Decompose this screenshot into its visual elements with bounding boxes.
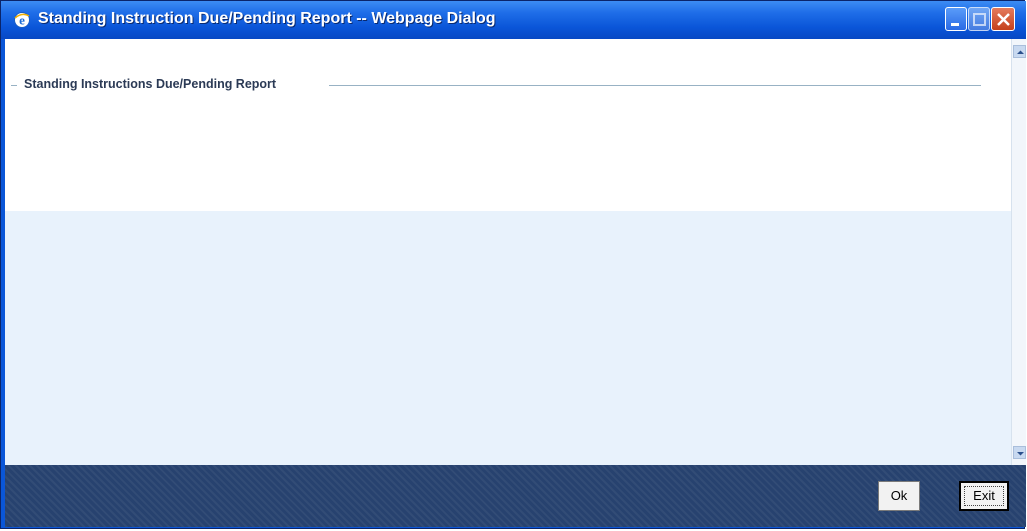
minimize-button[interactable]: [945, 7, 967, 31]
report-content-area: Standing Instructions Due/Pending Report: [5, 39, 1011, 465]
fieldset-border-left: [11, 85, 17, 86]
minimize-icon: [951, 23, 959, 26]
maximize-button[interactable]: [968, 7, 990, 31]
vertical-scrollbar[interactable]: [1011, 39, 1026, 465]
dialog-window: e Standing Instruction Due/Pending Repor…: [0, 0, 1026, 529]
exit-button[interactable]: Exit: [959, 481, 1009, 511]
dialog-footer: Ok Exit: [5, 465, 1026, 527]
close-button[interactable]: [991, 7, 1015, 31]
fieldset-legend: Standing Instructions Due/Pending Report: [24, 77, 277, 91]
scroll-down-button[interactable]: [1013, 446, 1026, 459]
chevron-up-icon: [1017, 50, 1024, 54]
title-bar[interactable]: e Standing Instruction Due/Pending Repor…: [1, 1, 1026, 39]
internet-explorer-icon: e: [14, 12, 30, 28]
focus-ring: [964, 486, 1004, 506]
form-panel: Standing Instructions Due/Pending Report: [5, 39, 1011, 211]
close-icon: [997, 13, 1010, 26]
scroll-up-button[interactable]: [1013, 45, 1026, 58]
maximize-icon: [973, 13, 986, 26]
dialog-client-area: Standing Instructions Due/Pending Report…: [5, 39, 1026, 527]
chevron-down-icon: [1017, 452, 1024, 456]
fieldset-border-right: [329, 85, 981, 86]
ok-button[interactable]: Ok: [878, 481, 920, 511]
window-title: Standing Instruction Due/Pending Report …: [38, 10, 496, 27]
